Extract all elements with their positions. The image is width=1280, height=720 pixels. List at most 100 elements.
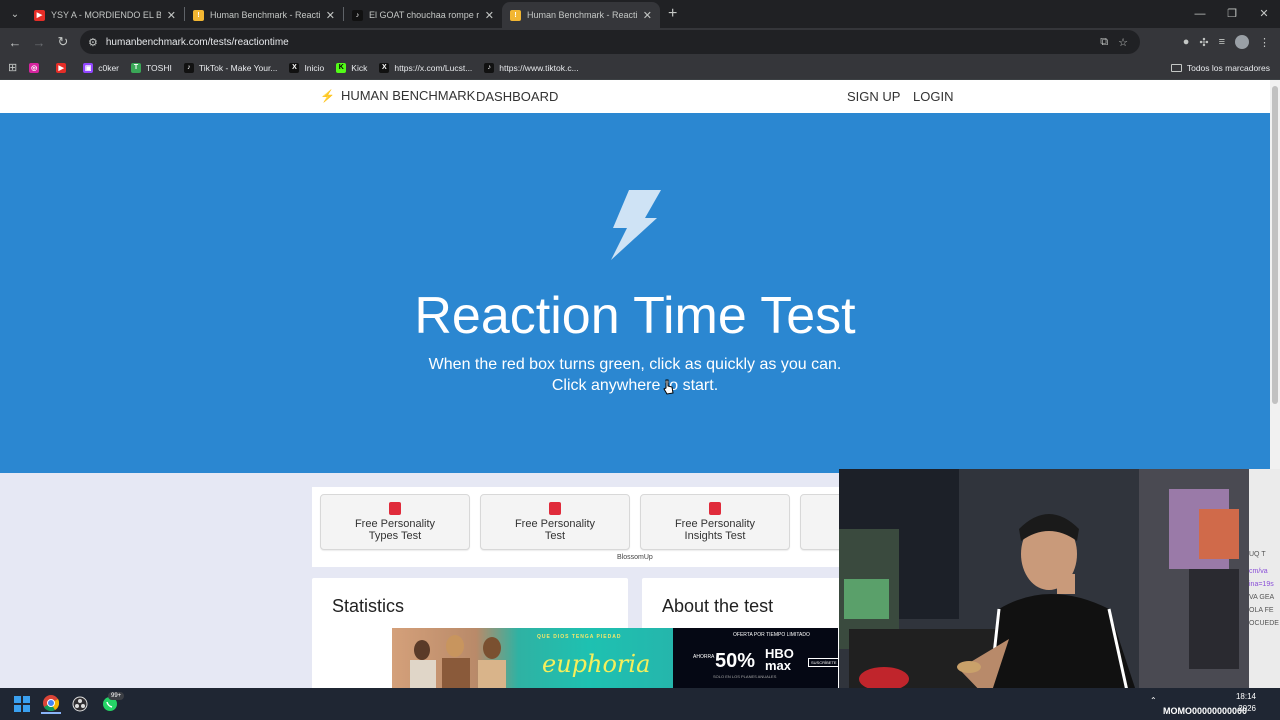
x-icon: X	[289, 62, 300, 73]
reaction-test-start-area[interactable]: Reaction Time Test When the red box turn…	[0, 113, 1270, 473]
euphoria-ad-image: QUE DIOS TENGA PIEDAD euphoria	[392, 628, 673, 688]
extensions-puzzle-icon[interactable]: ✣	[1199, 36, 1208, 49]
close-tab-icon[interactable]: ✕	[167, 9, 176, 22]
show-title: euphoria	[542, 650, 651, 678]
windows-taskbar: 99+ ⌃ 18:14 2026	[0, 688, 1280, 720]
clipboard-icon	[709, 502, 721, 515]
back-arrow-icon[interactable]: ←	[3, 35, 27, 50]
tab-strip: ⌄ ▶ YSY A - MORDIENDO EL BOZAL ✕ ! Human…	[0, 0, 1280, 28]
browser-tab[interactable]: ♪ El GOAT chouchaa rompe récor ✕	[344, 2, 502, 28]
chrome-taskbar-icon[interactable]	[41, 694, 61, 714]
close-tab-icon[interactable]: ✕	[643, 9, 652, 22]
bookmark-label: TikTok - Make Your...	[198, 62, 278, 73]
kick-icon: K	[336, 62, 347, 73]
hbo-max-banner-ad[interactable]: QUE DIOS TENGA PIEDAD euphoria OFERTA PO…	[392, 628, 838, 688]
ad-personality-types-test[interactable]: Free Personality Types Test	[320, 494, 470, 550]
bookmark-x-profile[interactable]: Xhttps://x.com/Lucst...	[379, 62, 473, 73]
menu-kebab-icon[interactable]: ⋮	[1259, 36, 1270, 49]
profile-avatar[interactable]	[1235, 35, 1249, 49]
ad-bar: Free Personality Types Test Free Persona…	[312, 487, 872, 567]
reload-icon[interactable]: ↻	[51, 34, 75, 50]
window-controls: — ❐ ✕	[1184, 0, 1280, 28]
bookmark-youtube[interactable]: ▶	[56, 62, 71, 73]
ad-line-2: Test	[544, 530, 566, 542]
tab-title: El GOAT chouchaa rompe récor	[369, 10, 479, 20]
x-icon: X	[379, 62, 390, 73]
all-bookmarks-label: Todos los marcadores	[1186, 63, 1270, 73]
minimize-icon[interactable]: —	[1184, 0, 1216, 28]
humanbenchmark-favicon-icon: !	[510, 9, 521, 21]
tiktok-icon: ♪	[183, 62, 194, 73]
about-heading: About the test	[662, 596, 774, 616]
windows-start-icon[interactable]	[12, 694, 32, 714]
bookmark-star-icon[interactable]: ☆	[1118, 36, 1128, 49]
address-bar[interactable]: ⚙ humanbenchmark.com/tests/reactiontime …	[80, 30, 1140, 54]
brand-link[interactable]: ⚡ HUMAN BENCHMARK	[320, 88, 475, 103]
extension-icon[interactable]: ●	[1183, 36, 1190, 48]
tiktok-icon: ♪	[484, 62, 495, 73]
discount-percent: 50%	[715, 650, 756, 672]
subscribe-button[interactable]: SUSCRÍBETE	[808, 658, 838, 667]
nav-login-link[interactable]: LOGIN	[913, 89, 953, 104]
tray-overflow-icon[interactable]: ⌃	[1150, 696, 1157, 705]
ad-credit: BlossomUp	[617, 554, 653, 561]
offer-prefix: AHORRA	[693, 654, 715, 660]
bookmark-label: c0ker	[98, 62, 120, 73]
ad-line-2: Types Test	[368, 530, 422, 542]
translate-icon[interactable]: ⧉	[1100, 36, 1108, 49]
lightning-logo-icon: ⚡	[320, 88, 335, 103]
obs-icon	[72, 696, 88, 712]
all-bookmarks-button[interactable]: Todos los marcadores	[1170, 56, 1270, 80]
tab-title: YSY A - MORDIENDO EL BOZAL	[51, 10, 161, 20]
site-navbar: ⚡ HUMAN BENCHMARK DASHBOARD SIGN UP LOGI…	[0, 80, 1270, 113]
browser-tab-active[interactable]: ! Human Benchmark - Reaction T ✕	[502, 2, 660, 28]
browser-toolbar: ← → ↻ ⚙ humanbenchmark.com/tests/reactio…	[0, 28, 1280, 56]
cast-photo-image	[410, 635, 506, 688]
bookmark-tiktok-link[interactable]: ♪ https://www.tiktok.c...	[484, 62, 579, 73]
ad-line-1: Free Personality	[354, 518, 436, 530]
page-title: Reaction Time Test	[414, 287, 856, 345]
ad-line-1: Free Personality	[674, 518, 756, 530]
chat-line: VA GEA	[1249, 594, 1275, 601]
bookmark-x-home[interactable]: X Inicio	[289, 62, 324, 73]
url-text[interactable]: humanbenchmark.com/tests/reactiontime	[106, 37, 289, 48]
browser-tab[interactable]: ! Human Benchmark - Reaction T ✕	[185, 2, 343, 28]
restore-icon[interactable]: ❐	[1216, 0, 1248, 28]
bookmark-instagram[interactable]: ◎	[29, 62, 44, 73]
tab-search-button[interactable]: ⌄	[4, 4, 26, 24]
clock-time: 18:14	[1235, 692, 1256, 701]
instructions-line-1: When the red box turns green, click as q…	[428, 356, 842, 373]
nav-signup-link[interactable]: SIGN UP	[847, 89, 900, 104]
media-control-icon[interactable]: ≡	[1219, 36, 1225, 48]
bookmark-twitch[interactable]: ▣ c0ker	[83, 62, 120, 73]
browser-tab[interactable]: ▶ YSY A - MORDIENDO EL BOZAL ✕	[26, 2, 184, 28]
obs-taskbar-icon[interactable]	[70, 694, 90, 714]
ad-personality-insights-test[interactable]: Free Personality Insights Test	[640, 494, 790, 550]
nav-dashboard-link[interactable]: DASHBOARD	[476, 89, 558, 104]
chat-line: OCUEDE	[1249, 620, 1279, 627]
bookmarks-bar: ⊞ ◎ ▶ ▣ c0ker T TOSHI ♪ TikTok - Make Your.…	[0, 56, 1280, 80]
close-window-icon[interactable]: ✕	[1248, 0, 1280, 28]
chat-line: OLA FE	[1249, 607, 1274, 614]
ad-line-2: Insights Test	[684, 530, 746, 542]
tiktok-favicon-icon: ♪	[352, 9, 363, 21]
bookmark-toshi[interactable]: T TOSHI	[131, 62, 172, 73]
statistics-heading: Statistics	[332, 596, 405, 616]
ad-tagline: QUE DIOS TENGA PIEDAD	[537, 634, 622, 640]
forward-arrow-icon[interactable]: →	[27, 35, 51, 50]
bookmark-tiktok[interactable]: ♪ TikTok - Make Your...	[183, 62, 278, 73]
bookmark-label: Kick	[351, 62, 368, 73]
bookmark-kick[interactable]: K Kick	[336, 62, 368, 73]
ad-personality-test[interactable]: Free Personality Test	[480, 494, 630, 550]
site-info-icon[interactable]: ⚙	[88, 36, 98, 49]
new-tab-button[interactable]: +	[668, 5, 677, 23]
twitch-icon: ▣	[83, 62, 94, 73]
close-tab-icon[interactable]: ✕	[326, 9, 335, 22]
chat-line: cm/va	[1249, 568, 1268, 575]
youtube-favicon-icon: ▶	[34, 9, 45, 21]
bookmark-label: https://x.com/Lucst...	[394, 62, 473, 73]
hbo-offer-panel: OFERTA POR TIEMPO LIMITADO AHORRA 50% HB…	[673, 628, 838, 688]
apps-grid-icon[interactable]: ⊞	[8, 61, 17, 74]
scrollbar-thumb[interactable]	[1272, 86, 1278, 404]
close-tab-icon[interactable]: ✕	[485, 9, 494, 22]
